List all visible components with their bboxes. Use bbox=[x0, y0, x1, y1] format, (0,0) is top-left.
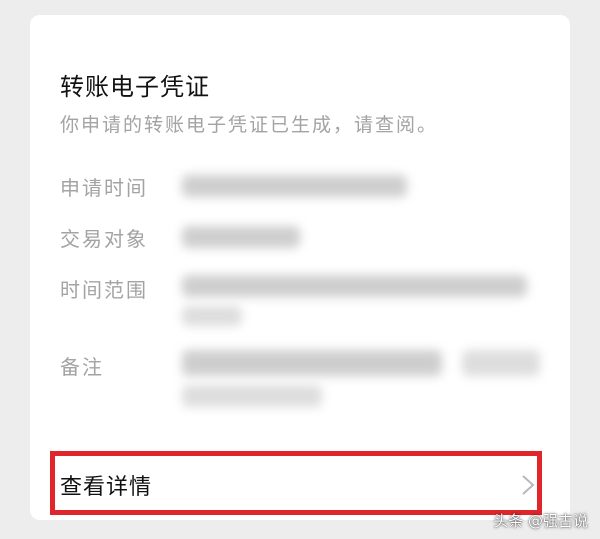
blurred-time-range-value-line2 bbox=[182, 306, 242, 326]
blurred-remarks-value-line1a bbox=[182, 350, 442, 376]
blurred-time-range-value-line1 bbox=[182, 275, 527, 297]
blurred-remarks-value-line2 bbox=[182, 385, 322, 407]
view-details-link[interactable]: 查看详情 bbox=[30, 455, 570, 517]
row-label-apply-time: 申请时间 bbox=[60, 176, 148, 200]
blurred-remarks-value-line1b bbox=[462, 350, 540, 376]
card-title: 转账电子凭证 bbox=[60, 73, 210, 101]
blurred-counterparty-value bbox=[182, 226, 300, 248]
view-details-label: 查看详情 bbox=[60, 475, 153, 500]
blurred-apply-time-value bbox=[182, 175, 407, 197]
row-label-counterparty: 交易对象 bbox=[60, 227, 148, 251]
watermark-text: 头条 @强古说 bbox=[493, 512, 588, 530]
row-label-remarks: 备注 bbox=[60, 355, 104, 379]
voucher-card: 转账电子凭证 你申请的转账电子凭证已生成，请查阅。 申请时间 交易对象 时间范围… bbox=[30, 15, 570, 520]
card-subtitle: 你申请的转账电子凭证已生成，请查阅。 bbox=[60, 114, 439, 136]
row-label-time-range: 时间范围 bbox=[60, 278, 148, 302]
chevron-right-icon bbox=[522, 475, 535, 495]
